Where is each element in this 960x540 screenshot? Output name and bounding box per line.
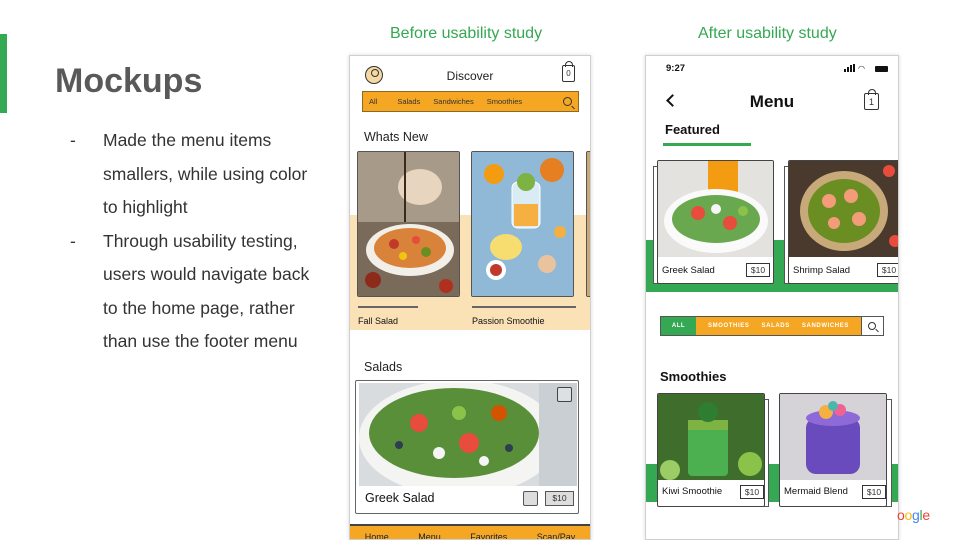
footer-menu[interactable]: Menu bbox=[418, 532, 441, 539]
search-icon[interactable] bbox=[861, 317, 883, 335]
slide-title: Mockups bbox=[55, 62, 203, 100]
fall-salad-image bbox=[358, 152, 459, 296]
signal-icon bbox=[844, 69, 846, 72]
label-after: After usability study bbox=[698, 25, 837, 42]
bullet-item: - Through usability testing, users would … bbox=[70, 225, 325, 359]
shrimp-salad-image bbox=[789, 161, 898, 257]
greek-salad-card[interactable]: Greek Salad $10 bbox=[657, 160, 774, 284]
kiwi-smoothie-image bbox=[658, 394, 764, 480]
signal-icon bbox=[853, 64, 855, 72]
filter-sandwiches[interactable]: SANDWICHES bbox=[802, 323, 849, 329]
status-icons: ◠ bbox=[844, 64, 888, 74]
before-category-nav: All Salads Sandwiches Smoothies bbox=[362, 91, 579, 112]
card-divider bbox=[472, 306, 576, 308]
bullet-list: - Made the menu items smallers, while usi… bbox=[70, 124, 325, 359]
shrimp-salad-card[interactable]: Shrimp Salad $10 bbox=[788, 160, 898, 284]
kiwi-smoothie-name: Kiwi Smoothie bbox=[662, 486, 723, 497]
nav-sandwiches[interactable]: Sandwiches bbox=[433, 97, 473, 106]
bullet-item: - Made the menu items smallers, while usi… bbox=[70, 124, 325, 225]
nav-all[interactable]: All bbox=[369, 97, 377, 106]
greek-salad-image bbox=[359, 383, 577, 486]
mermaid-blend-card[interactable]: Mermaid Blend $10 bbox=[779, 393, 887, 507]
mermaid-blend-name: Mermaid Blend bbox=[784, 486, 848, 497]
passion-smoothie-label: Passion Smoothie bbox=[472, 316, 545, 326]
footer-scan-pay[interactable]: Scan/Pay bbox=[537, 532, 576, 539]
greek-salad-name: Greek Salad bbox=[662, 265, 715, 276]
salads-title: Salads bbox=[364, 360, 403, 374]
signal-icon bbox=[847, 67, 849, 72]
greek-salad-name: Greek Salad bbox=[365, 491, 435, 505]
bullet-dash: - bbox=[70, 230, 76, 251]
footer-favorites[interactable]: Favorites bbox=[470, 532, 507, 539]
featured-underline bbox=[663, 143, 751, 146]
wifi-icon: ◠ bbox=[858, 64, 865, 73]
label-before: Before usability study bbox=[390, 25, 543, 42]
after-header-title: Menu bbox=[749, 92, 795, 111]
bullet-dash: - bbox=[70, 130, 76, 150]
kiwi-smoothie-card[interactable]: Kiwi Smoothie $10 bbox=[657, 393, 765, 507]
google-logo: oogle bbox=[897, 507, 930, 523]
passion-smoothie-card[interactable] bbox=[471, 151, 574, 297]
kiwi-smoothie-price[interactable]: $10 bbox=[740, 485, 764, 499]
filter-smoothies[interactable]: SMOOTHIES bbox=[708, 323, 749, 329]
bullet-text: Through usability testing, users would n… bbox=[103, 230, 310, 352]
battery-icon bbox=[875, 66, 888, 72]
signal-icon bbox=[850, 65, 852, 72]
passion-smoothie-image bbox=[472, 152, 573, 296]
footer-home[interactable]: Home bbox=[365, 532, 389, 539]
search-icon[interactable] bbox=[563, 97, 572, 106]
before-phone-mockup: Discover 0 All Salads Sandwiches Smoothi… bbox=[349, 55, 591, 540]
greek-salad-image bbox=[658, 161, 773, 257]
fall-salad-label: Fall Salad bbox=[358, 316, 399, 326]
before-header-title: Discover bbox=[446, 69, 494, 83]
after-phone-mockup: 9:27 ◠ Menu 1 Featured Greek Salad $10 S… bbox=[645, 55, 899, 540]
favorite-checkbox[interactable] bbox=[557, 387, 572, 402]
greek-salad-price: $10 bbox=[545, 491, 574, 506]
status-time: 9:27 bbox=[666, 63, 686, 74]
card-divider bbox=[358, 306, 418, 308]
whats-new-title: Whats New bbox=[364, 130, 428, 144]
next-card-image bbox=[587, 152, 590, 296]
shrimp-salad-price[interactable]: $10 bbox=[877, 263, 898, 277]
cart-icon[interactable]: 1 bbox=[864, 89, 879, 110]
next-card-peek bbox=[586, 151, 590, 297]
filter-all[interactable]: ALL bbox=[661, 317, 696, 335]
filter-salads[interactable]: SALADS bbox=[762, 323, 790, 329]
mermaid-blend-image bbox=[780, 394, 886, 480]
cart-icon[interactable]: 0 bbox=[562, 61, 575, 82]
featured-title: Featured bbox=[665, 122, 720, 137]
nav-smoothies[interactable]: Smoothies bbox=[487, 97, 522, 106]
select-checkbox[interactable] bbox=[523, 491, 538, 506]
greek-salad-price[interactable]: $10 bbox=[746, 263, 770, 277]
greek-salad-card[interactable]: Greek Salad $10 bbox=[355, 380, 579, 514]
mermaid-blend-price[interactable]: $10 bbox=[862, 485, 886, 499]
shrimp-salad-name: Shrimp Salad bbox=[793, 265, 851, 276]
bullet-text: Made the menu items smallers, while usin… bbox=[103, 130, 308, 217]
after-category-filter: ALL SMOOTHIES SALADS SANDWICHES bbox=[660, 316, 884, 336]
smoothies-title: Smoothies bbox=[660, 369, 727, 384]
before-footer-menu: Home Menu Favorites Scan/Pay bbox=[350, 524, 590, 539]
nav-salads[interactable]: Salads bbox=[397, 97, 420, 106]
before-header: Discover 0 bbox=[350, 56, 590, 92]
filter-group: SMOOTHIES SALADS SANDWICHES bbox=[696, 317, 861, 335]
accent-bar bbox=[0, 34, 7, 113]
fall-salad-card[interactable] bbox=[357, 151, 460, 297]
